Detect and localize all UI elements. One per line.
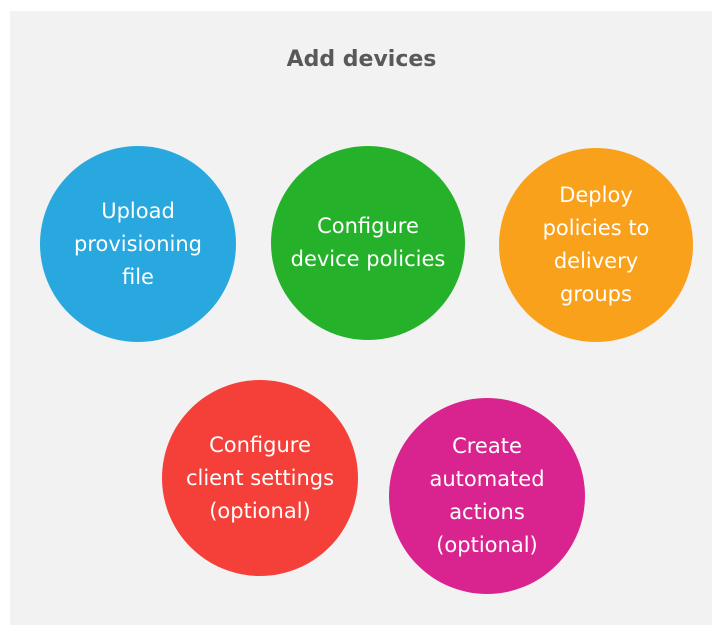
step-configure-client-settings: Configure client settings (optional) — [162, 380, 358, 576]
step-label: Deploy policies to delivery groups — [542, 183, 650, 306]
step-deploy-policies: Deploy policies to delivery groups — [499, 148, 693, 342]
step-label: Configure client settings (optional) — [185, 432, 335, 523]
step-label: Configure device policies — [290, 214, 446, 271]
step-label: Upload provisioning file — [73, 198, 203, 289]
step-label: Create automated actions (optional) — [429, 434, 545, 557]
step-configure-device-policies: Configure device policies — [271, 146, 465, 340]
diagram-title: Add devices — [286, 47, 437, 72]
step-create-automated-actions: Create automated actions (optional) — [389, 398, 585, 594]
step-upload-provisioning-file: Upload provisioning file — [40, 146, 236, 342]
